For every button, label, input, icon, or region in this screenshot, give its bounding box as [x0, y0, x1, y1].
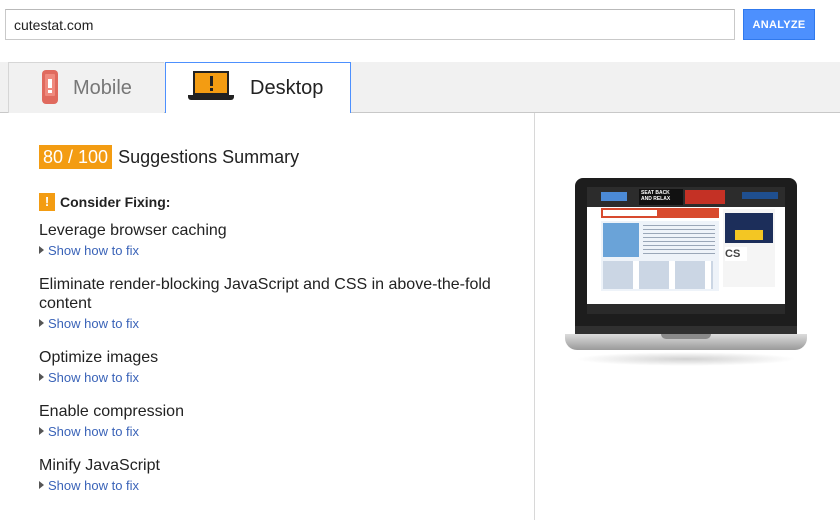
laptop-notch — [661, 334, 711, 339]
show-how-to-fix-link[interactable]: Show how to fix — [39, 370, 509, 386]
site-cs-logo: CS — [725, 247, 747, 261]
laptop-warning-icon — [188, 71, 234, 103]
url-input[interactable] — [5, 9, 735, 40]
laptop-screen: SEAT BACK AND RELAX CS — [587, 187, 785, 314]
site-top-ad — [742, 192, 778, 199]
suggestion-item: Enable compression Show how to fix — [39, 402, 509, 440]
analyze-button[interactable]: ANALYZE — [743, 9, 815, 40]
show-how-to-fix-link[interactable]: Show how to fix — [39, 316, 509, 332]
suggestion-title: Minify JavaScript — [39, 457, 160, 474]
warning-icon: ! — [39, 193, 55, 211]
device-tab-bar: Mobile Desktop — [0, 62, 840, 113]
suggestion-item: Eliminate render-blocking JavaScript and… — [39, 275, 509, 332]
site-grid — [603, 261, 713, 289]
show-how-to-fix-link[interactable]: Show how to fix — [39, 478, 509, 494]
phone-warning-icon — [42, 70, 58, 104]
suggestion-title: Optimize images — [39, 349, 159, 366]
suggestion-title: Eliminate render-blocking JavaScript and… — [39, 276, 491, 312]
site-search-box — [603, 210, 657, 216]
expand-triangle-icon — [39, 246, 44, 254]
top-bar: ANALYZE — [0, 0, 840, 62]
expand-triangle-icon — [39, 319, 44, 327]
site-side-ad-badge — [735, 230, 763, 240]
suggestion-item: Leverage browser caching Show how to fix — [39, 221, 509, 259]
results-panel: 80 / 100 Suggestions Summary ! Consider Fi… — [0, 113, 535, 520]
desktop-preview-image: SEAT BACK AND RELAX CS — [565, 178, 815, 378]
tab-desktop-label: Desktop — [250, 77, 324, 99]
expand-triangle-icon — [39, 373, 44, 381]
suggestion-item: Minify JavaScript Show how to fix — [39, 456, 509, 494]
screen-taskbar — [587, 304, 785, 314]
suggestion-title: Leverage browser caching — [39, 222, 227, 239]
consider-fixing-header: ! Consider Fixing: — [39, 193, 170, 211]
show-how-to-fix-link[interactable]: Show how to fix — [39, 424, 509, 440]
tab-desktop[interactable]: Desktop — [165, 62, 351, 113]
suggestion-title: Enable compression — [39, 403, 184, 420]
expand-triangle-icon — [39, 481, 44, 489]
site-seat-banner: SEAT BACK AND RELAX — [639, 189, 683, 205]
tab-mobile[interactable]: Mobile — [8, 62, 164, 113]
suggestion-item: Optimize images Show how to fix — [39, 348, 509, 386]
expand-triangle-icon — [39, 427, 44, 435]
site-red-banner — [685, 190, 725, 204]
laptop-shadow — [575, 352, 797, 366]
tab-mobile-label: Mobile — [73, 77, 132, 99]
laptop-bezel — [575, 326, 797, 334]
score-badge: 80 / 100 — [39, 145, 113, 169]
site-content-image — [603, 223, 639, 257]
summary-title: Suggestions Summary — [118, 147, 300, 167]
site-text-lines — [643, 225, 715, 255]
score-header: 80 / 100 Suggestions Summary — [39, 145, 299, 169]
consider-fixing-label: Consider Fixing: — [60, 194, 171, 210]
show-how-to-fix-link[interactable]: Show how to fix — [39, 243, 509, 259]
site-logo — [601, 192, 627, 201]
